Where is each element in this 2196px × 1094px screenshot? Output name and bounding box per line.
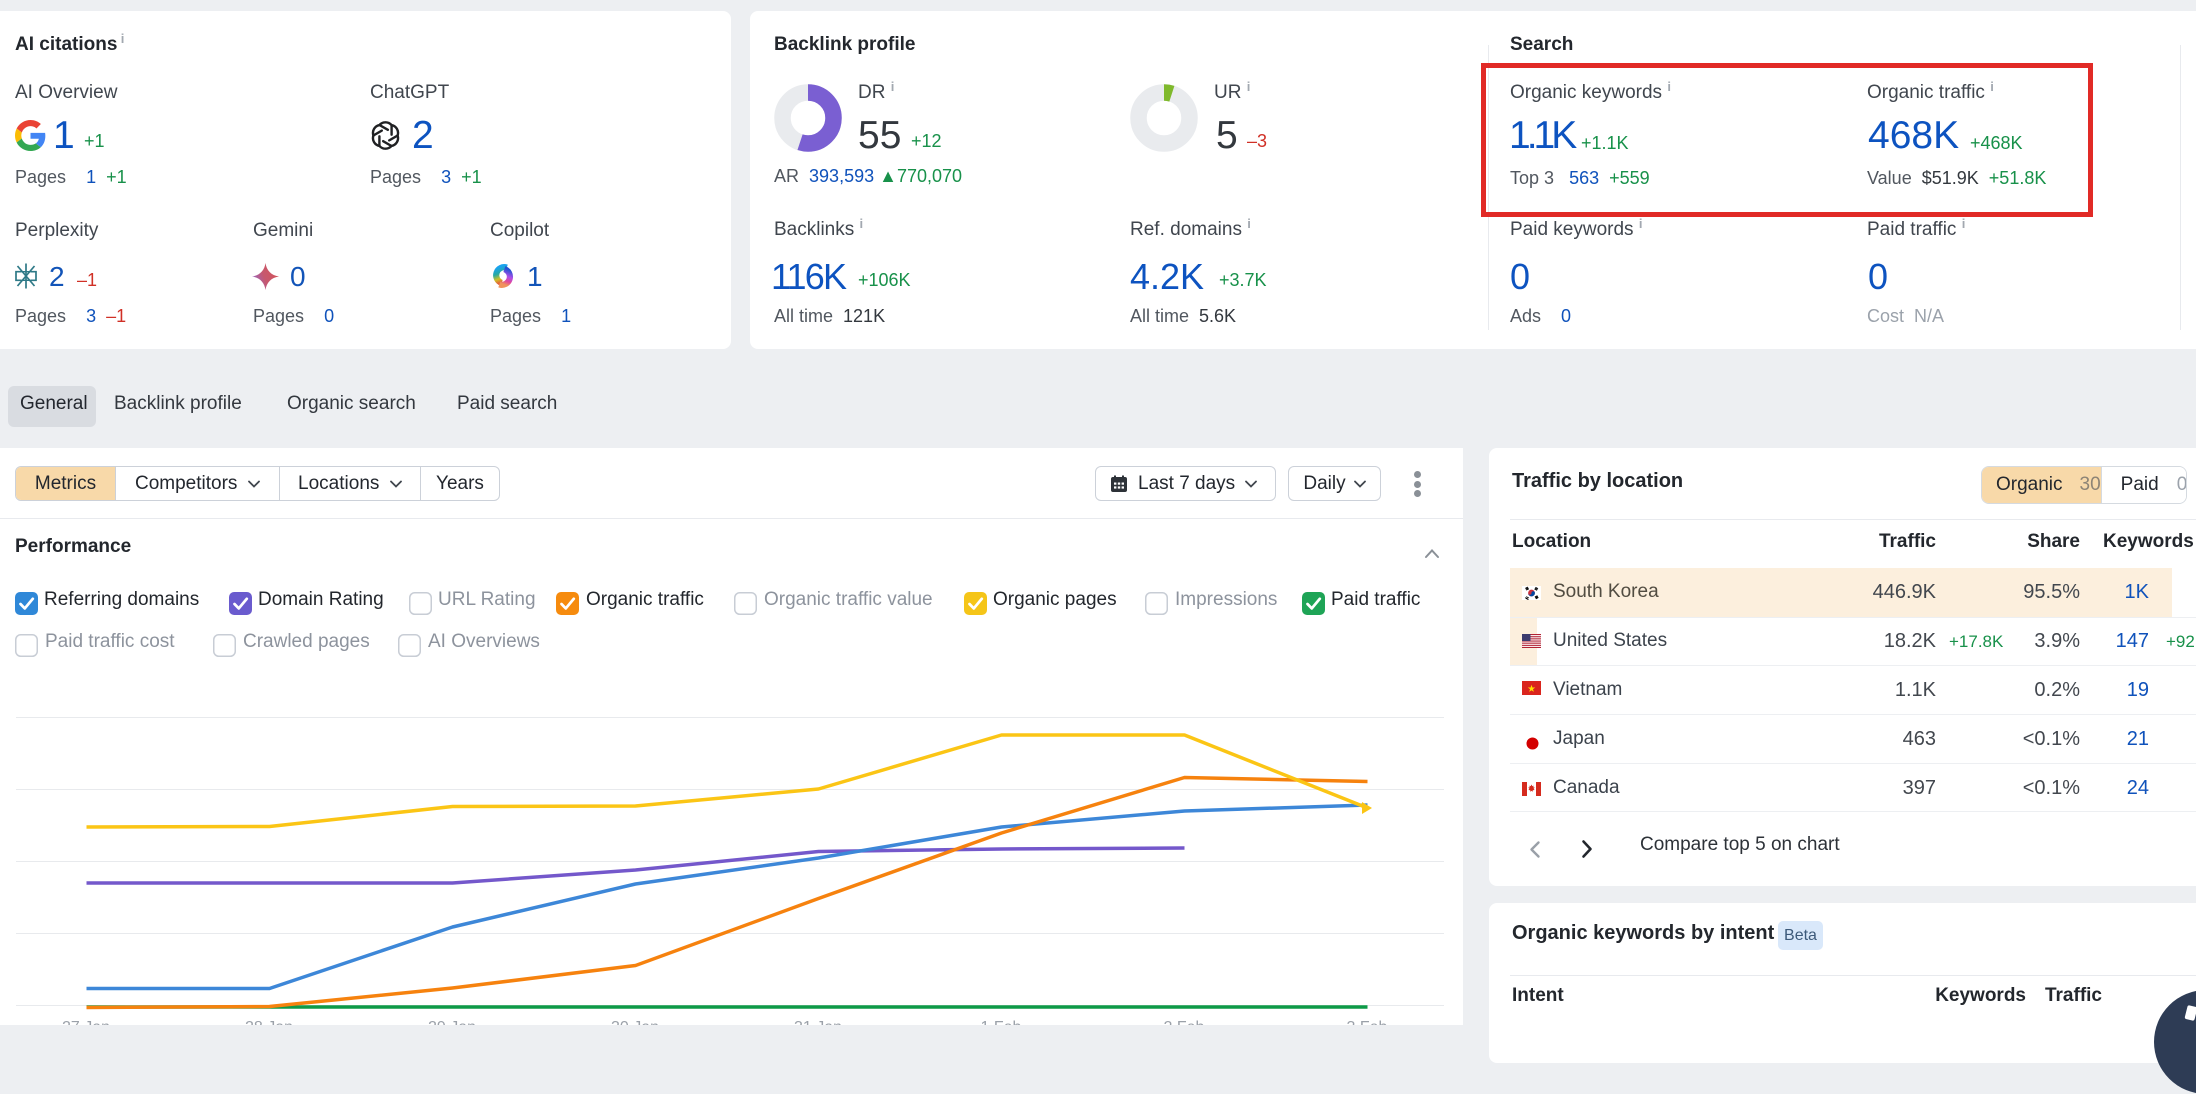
svg-text:27 Jan: 27 Jan xyxy=(62,1019,110,1025)
svg-text:29 Jan: 29 Jan xyxy=(428,1019,476,1025)
svg-text:1 Feb: 1 Feb xyxy=(981,1019,1022,1025)
svg-text:3 Feb: 3 Feb xyxy=(1347,1019,1388,1025)
svg-text:28 Jan: 28 Jan xyxy=(245,1019,293,1025)
svg-text:2 Feb: 2 Feb xyxy=(1164,1019,1205,1025)
svg-text:31 Jan: 31 Jan xyxy=(794,1019,842,1025)
svg-text:30 Jan: 30 Jan xyxy=(611,1019,659,1025)
